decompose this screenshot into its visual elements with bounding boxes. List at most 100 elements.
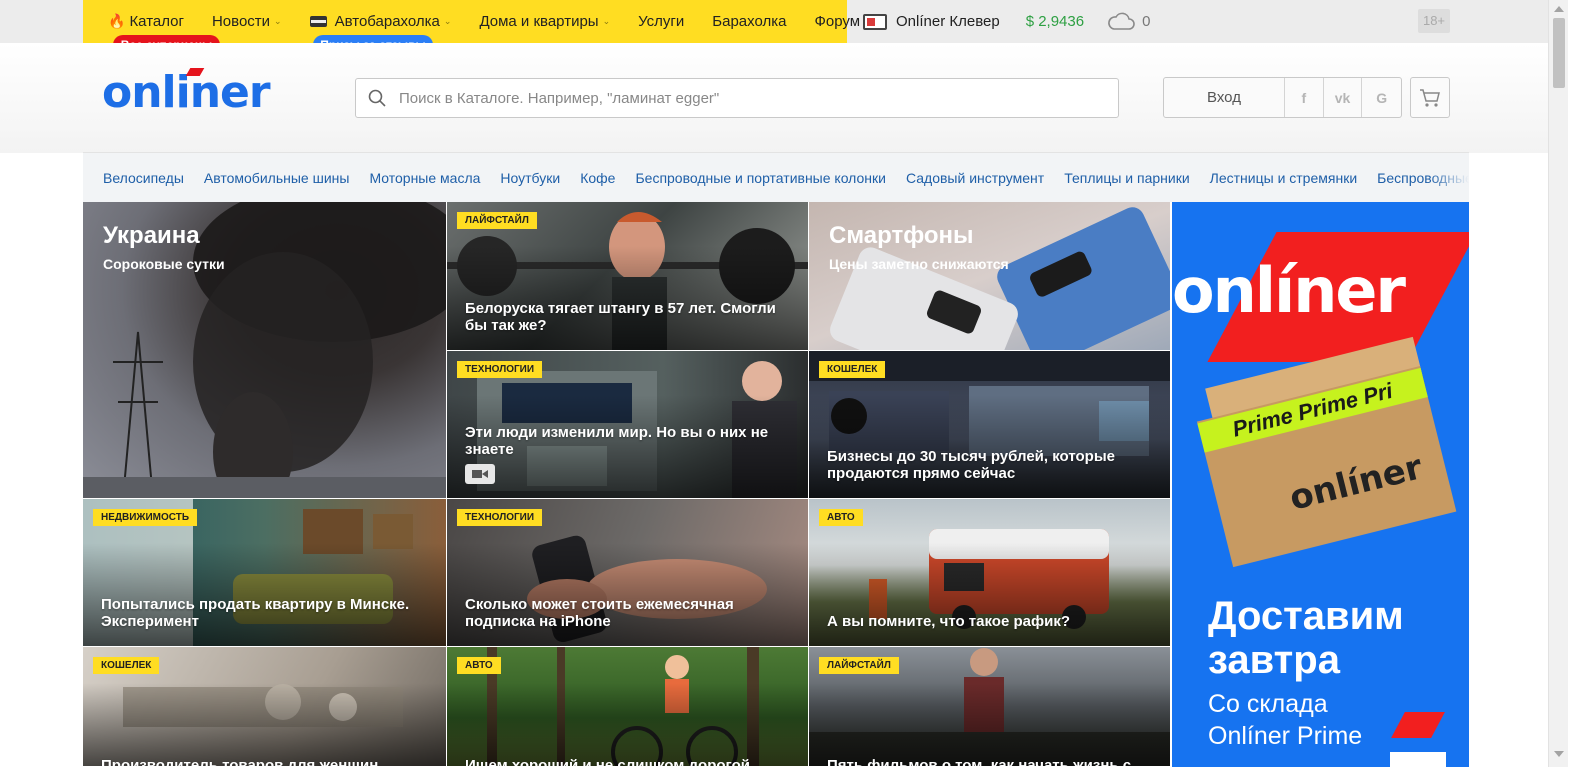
nav-services-label: Услуги	[638, 13, 685, 30]
chevron-down-icon: ⌄	[274, 16, 282, 26]
nav-realty[interactable]: Дома и квартиры ⌄	[479, 13, 610, 30]
category-link[interactable]: Велосипеды	[103, 170, 184, 186]
clever-link[interactable]: Onlíner Клевер	[896, 13, 1000, 30]
nav-baraholka[interactable]: Барахолка	[712, 13, 786, 30]
google-login-icon[interactable]: G	[1362, 78, 1401, 117]
strip-fade	[1429, 153, 1469, 202]
news-tile[interactable]: Авто Ищем хороший и не слишком дорогой	[447, 647, 809, 767]
scroll-up-arrow-icon[interactable]	[1554, 6, 1564, 12]
age-limit-badge: 18+	[1418, 9, 1450, 33]
tile-shade	[447, 246, 808, 350]
nav-catalog-label: Каталог	[129, 13, 184, 30]
category-link[interactable]: Ноутбуки	[500, 170, 560, 186]
category-link[interactable]: Лестницы и стремянки	[1210, 170, 1358, 186]
feature-heading: Украина Сороковые сутки	[103, 222, 225, 272]
tile-shade	[809, 682, 1170, 766]
news-tile[interactable]: Кошелек Бизнесы до 30 тысяч рублей, кото…	[809, 351, 1171, 499]
news-title: Производитель товаров для женщин	[101, 757, 379, 767]
prime-ad-banner[interactable]: onlíner Prime Prime Pri onlíner Доставим…	[1172, 202, 1469, 767]
currency-rate[interactable]: $ 2,9436	[1026, 13, 1084, 30]
smartphones-title: Смартфоны	[829, 222, 974, 249]
feature-title: Украина	[103, 222, 200, 249]
news-tag[interactable]: Авто	[457, 657, 501, 674]
scroll-thumb[interactable]	[1553, 18, 1565, 88]
news-tag[interactable]: Лайфстайл	[819, 657, 899, 674]
login-button[interactable]: Вход	[1164, 78, 1285, 117]
nav-forum-label: Форум	[814, 13, 861, 30]
nav-news-label: Новости	[211, 13, 271, 30]
smartphones-subtitle: Цены заметно снижаются	[829, 256, 1009, 272]
header: onliner Вход f vk G	[0, 43, 1548, 153]
news-tag[interactable]: Кошелек	[819, 361, 886, 378]
news-title: Попытались продать квартиру в Минске. Эк…	[101, 596, 410, 630]
search-icon	[368, 89, 386, 107]
news-tile[interactable]: Технологии Сколько может стоить ежемесяч…	[447, 499, 809, 647]
nav-auto-label: Автобарахолка	[334, 13, 440, 30]
category-link[interactable]: Теплицы и парники	[1064, 170, 1189, 186]
clever-card-icon	[863, 13, 887, 30]
category-link[interactable]: Автомобильные шины	[204, 170, 350, 186]
news-feature-ukraine[interactable]: Украина Сороковые сутки	[83, 202, 447, 499]
feature-subtitle: Сороковые сутки	[103, 256, 225, 272]
flame-icon: 🔥	[108, 13, 126, 29]
nav-catalog[interactable]: 🔥 Каталог	[108, 13, 184, 30]
tile-shade	[83, 682, 446, 766]
vk-login-icon[interactable]: vk	[1324, 78, 1363, 117]
nav-news[interactable]: Новости ⌄	[212, 13, 282, 30]
news-tag[interactable]: Лайфстайл	[457, 212, 537, 229]
auth-panel: Вход f vk G	[1163, 77, 1402, 118]
catalog-search[interactable]	[355, 78, 1119, 118]
car-card-icon	[309, 16, 327, 27]
ad-sub-line-2: Onlíner Prime	[1208, 722, 1363, 750]
news-title: Эти люди изменили мир. Но вы о них не зн…	[465, 424, 769, 458]
scroll-down-arrow-icon[interactable]	[1554, 751, 1564, 757]
news-title: Ищем хороший и не слишком дорогой	[465, 757, 750, 767]
page-scrollbar[interactable]	[1548, 0, 1568, 767]
news-tile[interactable]: Технологии Эти люди изменили мир. Но вы …	[447, 351, 809, 499]
news-tile[interactable]: Недвижимость Попытались продать квартиру…	[83, 499, 447, 647]
category-strip: Велосипеды Автомобильные шины Моторные м…	[83, 152, 1469, 202]
top-right-info: Onlíner Клевер $ 2,9436 0	[863, 0, 1150, 43]
search-input[interactable]	[399, 79, 1099, 117]
tile-shade	[83, 543, 446, 646]
nav-auto[interactable]: Автобарахолка ⌄	[309, 13, 452, 30]
category-link[interactable]: Садовый инструмент	[906, 170, 1044, 186]
news-tile[interactable]: Лайфстайл Белоруска тягает штангу в 57 л…	[447, 202, 809, 351]
news-tile[interactable]: Кошелек Производитель товаров для женщин	[83, 647, 447, 767]
news-tag[interactable]: Недвижимость	[93, 509, 198, 526]
news-smartphones[interactable]: Смартфоны Цены заметно снижаются	[809, 202, 1171, 351]
tile-shade	[809, 543, 1170, 646]
cart-button[interactable]	[1410, 77, 1450, 118]
cart-icon	[1420, 88, 1440, 107]
news-tag[interactable]: Технологии	[457, 361, 543, 378]
news-tile[interactable]: Авто А вы помните, что такое рафик?	[809, 499, 1171, 647]
onliner-logo[interactable]: onliner	[102, 67, 271, 118]
facebook-login-icon[interactable]: f	[1285, 78, 1324, 117]
ad-mini-white	[1390, 752, 1446, 767]
category-link[interactable]: Кофе	[580, 170, 615, 186]
news-title: Пять фильмов о том, как начать жизнь с	[827, 757, 1132, 767]
cloud-icon	[1108, 12, 1135, 30]
tile-shade	[447, 543, 808, 646]
chevron-down-icon: ⌄	[443, 16, 452, 26]
news-tag[interactable]: Технологии	[457, 509, 543, 526]
nav-baraholka-label: Барахолка	[712, 13, 787, 30]
category-link[interactable]: Моторные масла	[369, 170, 480, 186]
weather-temperature[interactable]: 0	[1142, 13, 1150, 30]
ad-logo: onlíner	[1172, 254, 1406, 327]
news-title: Бизнесы до 30 тысяч рублей, которые прод…	[827, 448, 1115, 482]
news-tag[interactable]: Кошелек	[93, 657, 160, 674]
news-title: А вы помните, что такое рафик?	[827, 613, 1071, 630]
category-link[interactable]: Беспроводные и портативные колонки	[635, 170, 886, 186]
ad-sub-line-1: Со склада	[1208, 690, 1328, 718]
ad-headline-line-2: завтра	[1208, 638, 1340, 682]
news-tag[interactable]: Авто	[819, 509, 863, 526]
ad-headline-line-1: Доставим	[1208, 594, 1404, 638]
news-tile[interactable]: Лайфстайл Пять фильмов о том, как начать…	[809, 647, 1171, 767]
nav-realty-label: Дома и квартиры	[479, 13, 599, 30]
nav-services[interactable]: Услуги	[638, 13, 684, 30]
tile-shade	[809, 395, 1170, 498]
news-title: Сколько может стоить ежемесячная подписк…	[465, 596, 734, 630]
ad-mini-accent	[1391, 712, 1445, 738]
nav-forum[interactable]: Форум	[814, 13, 860, 30]
